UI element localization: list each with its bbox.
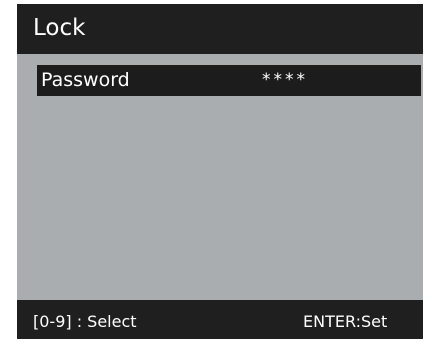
header-bar: Lock — [17, 4, 423, 52]
lock-menu-screen: Lock Password **** [0-9] : Select ENTER:… — [17, 4, 423, 339]
footer-bar: [0-9] : Select ENTER:Set — [17, 300, 423, 339]
password-menu-item[interactable]: Password **** — [37, 65, 421, 96]
password-field[interactable]: **** — [262, 69, 308, 91]
select-hint: [0-9] : Select — [33, 312, 137, 331]
enter-set-hint: ENTER:Set — [303, 312, 388, 331]
page-title: Lock — [33, 15, 86, 41]
password-label: Password — [41, 69, 130, 91]
menu-content: Password **** — [17, 54, 423, 300]
